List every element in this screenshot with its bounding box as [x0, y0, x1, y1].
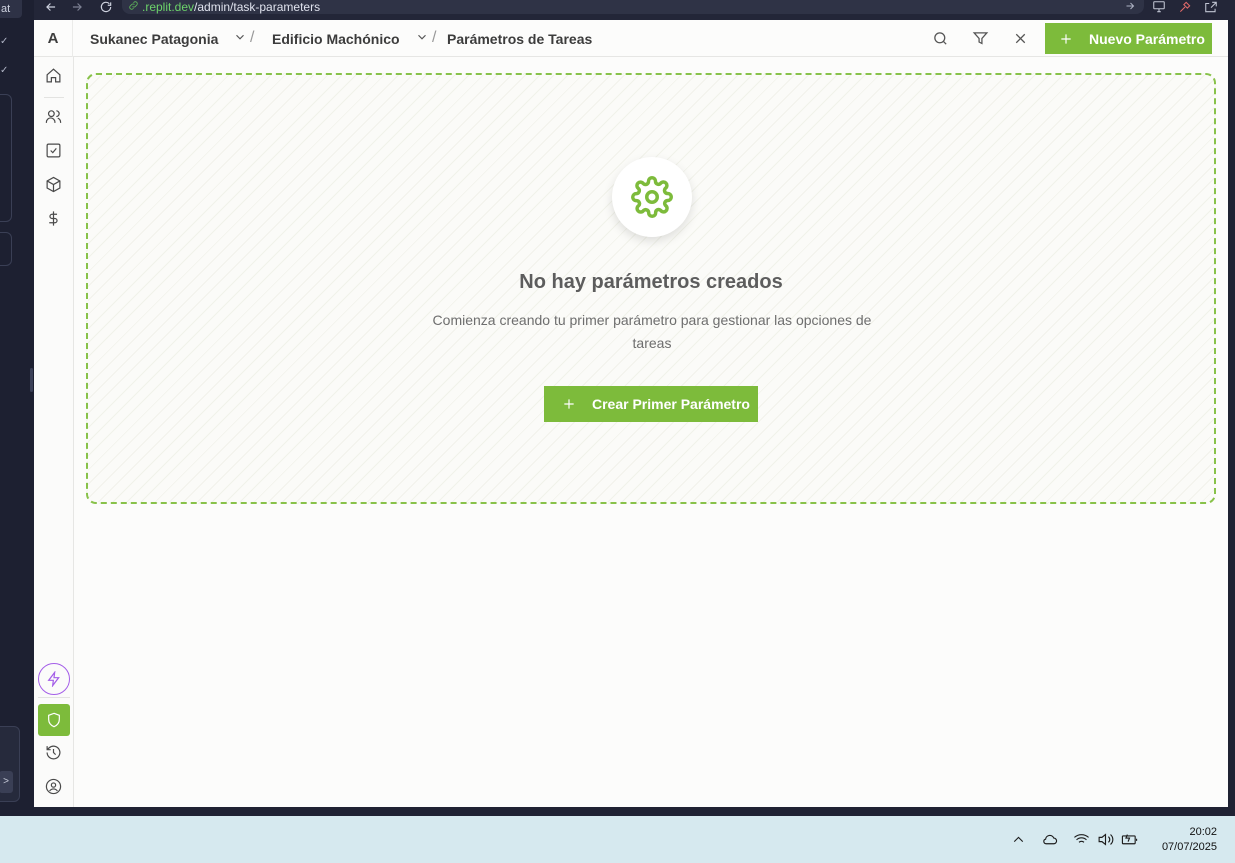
app-logo[interactable]: A — [34, 20, 73, 57]
chevron-down-icon — [218, 30, 247, 47]
outer-card — [0, 94, 12, 222]
check-icon: ✓ — [0, 65, 9, 76]
breadcrumb-label: Sukanec Patagonia — [90, 30, 219, 47]
back-icon[interactable] — [42, 0, 60, 14]
create-first-parameter-button[interactable]: Crear Primer Parámetro — [544, 386, 758, 422]
outer-app-panel: at ✓ ✓ > — [0, 0, 34, 810]
reload-icon[interactable] — [97, 0, 115, 14]
filter-icon[interactable] — [972, 30, 990, 48]
breadcrumb-separator: / — [432, 29, 437, 46]
sidebar-divider — [44, 97, 64, 98]
forward-icon[interactable] — [68, 0, 86, 14]
system-clock[interactable]: 20:02 07/07/2025 — [1162, 825, 1217, 855]
breadcrumb-current: Parámetros de Tareas — [447, 20, 592, 57]
battery-icon[interactable] — [1121, 832, 1139, 848]
extension-icon[interactable] — [1178, 0, 1194, 13]
breadcrumb-organization[interactable]: Sukanec Patagonia — [90, 20, 247, 57]
plus-icon — [1059, 32, 1073, 46]
users-icon[interactable] — [45, 108, 63, 126]
empty-state-title: No hay parámetros creados — [519, 271, 783, 293]
history-icon[interactable] — [45, 744, 63, 762]
outer-tag[interactable]: > — [0, 771, 13, 793]
home-icon[interactable] — [45, 67, 63, 85]
os-taskbar: 20:02 07/07/2025 — [0, 816, 1235, 863]
breadcrumb-separator: / — [250, 29, 255, 46]
user-icon[interactable] — [45, 778, 63, 796]
external-link-icon[interactable] — [1204, 0, 1220, 13]
close-icon[interactable] — [1012, 30, 1030, 48]
outer-card — [0, 232, 12, 266]
url-path: /admin/task-parameters — [194, 0, 321, 14]
bolt-icon[interactable] — [38, 663, 70, 695]
chevron-up-icon[interactable] — [1010, 832, 1028, 848]
breadcrumb-label: Edificio Machónico — [272, 30, 400, 47]
shield-icon[interactable] — [38, 704, 70, 736]
empty-state-panel: No hay parámetros creados Comienza crean… — [86, 73, 1216, 504]
tasks-icon[interactable] — [45, 142, 63, 160]
go-icon[interactable] — [1124, 0, 1136, 15]
dollar-icon[interactable] — [45, 210, 63, 228]
sidebar-divider — [38, 697, 70, 698]
breadcrumb-label: Parámetros de Tareas — [447, 30, 593, 47]
box-icon[interactable] — [45, 176, 63, 194]
resize-handle[interactable] — [30, 368, 33, 392]
new-parameter-label: Nuevo Parámetro — [1089, 30, 1205, 47]
plus-icon — [562, 397, 576, 411]
cloud-icon[interactable] — [1041, 832, 1059, 848]
link-icon — [128, 0, 139, 14]
outer-input-box[interactable]: > — [0, 726, 20, 802]
app-window: A Sukanec Patagonia / Edificio Machónico… — [34, 20, 1228, 807]
volume-icon[interactable] — [1097, 832, 1115, 848]
breadcrumb-project[interactable]: Edificio Machónico — [272, 20, 429, 57]
empty-state-description: Comienza creando tu primer parámetro par… — [432, 312, 872, 351]
clock-time: 20:02 — [1189, 826, 1217, 838]
sidebar — [34, 57, 74, 807]
new-parameter-button[interactable]: Nuevo Parámetro — [1045, 23, 1212, 54]
create-first-parameter-label: Crear Primer Parámetro — [592, 396, 750, 412]
wifi-icon[interactable] — [1073, 832, 1091, 848]
check-icon: ✓ — [0, 36, 9, 47]
gear-icon — [612, 157, 692, 237]
url-host: .replit.dev — [142, 0, 195, 14]
monitor-icon[interactable] — [1152, 0, 1168, 13]
browser-toolbar: .replit.dev/admin/task-parameters — [0, 0, 1235, 20]
clock-date: 07/07/2025 — [1161, 841, 1217, 853]
address-bar[interactable]: .replit.dev/admin/task-parameters — [122, 0, 1144, 14]
chevron-down-icon — [400, 30, 429, 47]
top-header: A Sukanec Patagonia / Edificio Machónico… — [34, 20, 1228, 57]
search-icon[interactable] — [932, 30, 950, 48]
outer-chip[interactable]: at — [0, 0, 22, 18]
